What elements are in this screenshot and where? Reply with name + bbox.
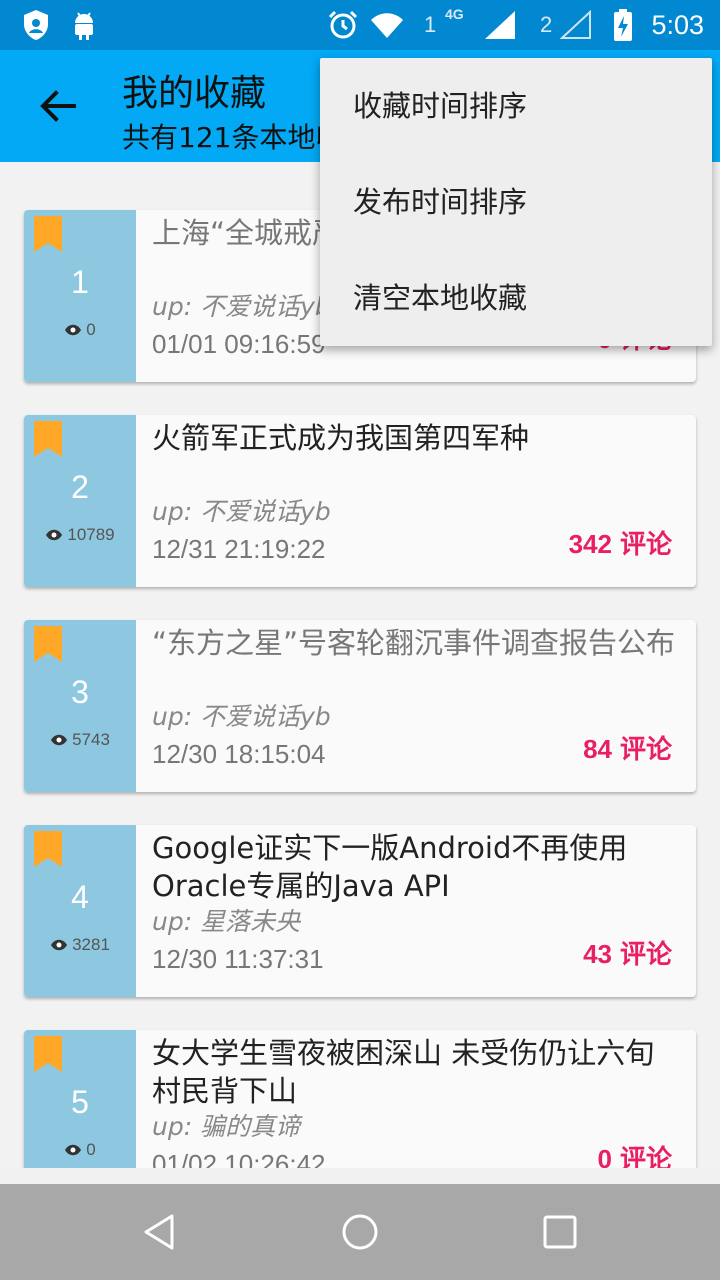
item-index: 2 xyxy=(71,469,89,505)
sim2-label: 2 xyxy=(540,12,553,37)
view-count-value: 10789 xyxy=(67,525,115,544)
item-index: 1 xyxy=(71,264,89,300)
view-count: 10789 xyxy=(24,525,136,545)
comment-count-value: 0 xyxy=(597,1144,612,1168)
item-side-panel: 4 3281 xyxy=(24,825,136,997)
comment-label: 评论 xyxy=(619,1144,672,1168)
item-side-panel: 2 10789 xyxy=(24,415,136,587)
view-count-value: 3281 xyxy=(72,935,110,954)
view-count: 0 xyxy=(24,1140,136,1160)
item-headline[interactable]: 火箭军正式成为我国第四军种 xyxy=(152,419,680,495)
view-count-value: 0 xyxy=(86,1140,96,1159)
shield-icon xyxy=(22,0,50,50)
view-count-value: 0 xyxy=(86,320,96,339)
eye-icon xyxy=(51,939,68,951)
comment-label: 评论 xyxy=(619,529,672,559)
comment-count[interactable]: 84 评论 xyxy=(583,729,672,766)
status-bar: 1 4G 2 5:03 xyxy=(0,0,720,50)
item-headline[interactable]: Google证实下一版Android不再使用Oracle专属的Java API xyxy=(152,829,680,905)
comment-count[interactable]: 342 评论 xyxy=(569,524,672,561)
overflow-menu: 收藏时间排序 发布时间排序 清空本地收藏 xyxy=(320,58,712,346)
comment-count-value: 43 xyxy=(583,939,612,969)
comment-count[interactable]: 43 评论 xyxy=(583,934,672,971)
item-index: 4 xyxy=(71,879,89,915)
item-headline[interactable]: 女大学生雪夜被困深山 未受伤仍让六旬村民背下山 xyxy=(152,1034,680,1110)
system-nav-bar xyxy=(0,1184,720,1280)
battery-charging-icon xyxy=(613,0,633,50)
comment-count-value: 84 xyxy=(583,734,612,764)
alarm-icon xyxy=(327,0,359,50)
eye-icon xyxy=(51,734,68,746)
android-icon xyxy=(70,0,98,50)
nav-home-icon[interactable] xyxy=(300,1184,420,1280)
bookmark-icon[interactable] xyxy=(34,421,62,457)
wifi-icon xyxy=(370,0,404,50)
clock: 5:03 xyxy=(651,10,704,40)
signal-icon xyxy=(484,0,516,50)
back-arrow-icon[interactable] xyxy=(36,84,80,128)
list-item[interactable]: 5 0 女大学生雪夜被困深山 未受伤仍让六旬村民背下山 up: 骗的真谛 01/… xyxy=(24,1030,696,1168)
eye-icon xyxy=(65,324,82,336)
comment-label: 评论 xyxy=(619,939,672,969)
menu-item-sort-by-published-time[interactable]: 发布时间排序 xyxy=(320,154,712,250)
list-item[interactable]: 2 10789 火箭军正式成为我国第四军种 up: 不爱说话yb 12/31 2… xyxy=(24,415,696,587)
item-side-panel: 5 0 xyxy=(24,1030,136,1168)
view-count: 3281 xyxy=(24,935,136,955)
comment-label: 评论 xyxy=(619,734,672,764)
page-title: 我的收藏 xyxy=(122,73,267,114)
view-count: 0 xyxy=(24,320,136,340)
nav-back-icon[interactable] xyxy=(100,1184,220,1280)
menu-item-clear-local-favorites[interactable]: 清空本地收藏 xyxy=(320,250,712,346)
network-type: 4G xyxy=(445,6,464,22)
view-count-value: 5743 xyxy=(72,730,110,749)
item-headline[interactable]: “东方之星”号客轮翻沉事件调查报告公布 xyxy=(152,624,680,700)
item-side-panel: 1 0 xyxy=(24,210,136,382)
sim1-label: 1 xyxy=(424,12,437,37)
comment-count-value: 342 xyxy=(568,529,612,559)
comment-count[interactable]: 0 评论 xyxy=(598,1139,672,1168)
list-item[interactable]: 3 5743 “东方之星”号客轮翻沉事件调查报告公布 up: 不爱说话yb 12… xyxy=(24,620,696,792)
bookmark-icon[interactable] xyxy=(34,1036,62,1072)
item-index: 5 xyxy=(71,1084,89,1120)
view-count: 5743 xyxy=(24,730,136,750)
menu-item-sort-by-saved-time[interactable]: 收藏时间排序 xyxy=(320,58,712,154)
item-side-panel: 3 5743 xyxy=(24,620,136,792)
nav-recents-icon[interactable] xyxy=(500,1184,620,1280)
signal-empty-icon xyxy=(560,0,592,50)
eye-icon xyxy=(65,1144,82,1156)
bookmark-icon[interactable] xyxy=(34,216,62,252)
bookmark-icon[interactable] xyxy=(34,831,62,867)
item-index: 3 xyxy=(71,674,89,710)
eye-icon xyxy=(46,529,63,541)
bookmark-icon[interactable] xyxy=(34,626,62,662)
list-item[interactable]: 4 3281 Google证实下一版Android不再使用Oracle专属的Ja… xyxy=(24,825,696,997)
